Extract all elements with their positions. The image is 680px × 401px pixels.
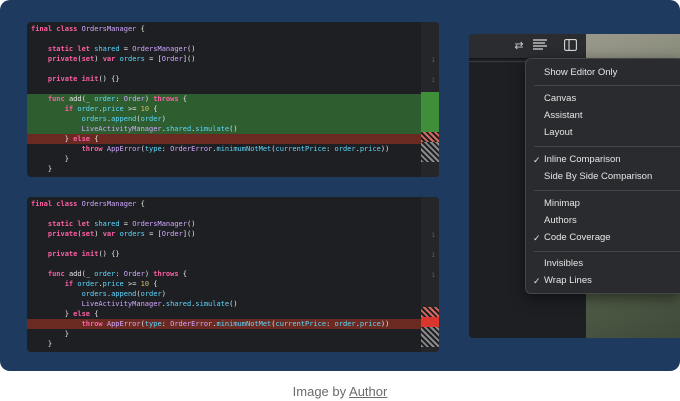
- coverage-marker-uncovered: [421, 142, 439, 162]
- menu-item-layout[interactable]: Layout: [544, 126, 573, 140]
- menu-item-inline-comparison[interactable]: Inline Comparison: [544, 153, 621, 167]
- code-line: }: [64, 330, 69, 338]
- code-line: final class OrdersManager {: [31, 200, 145, 208]
- split-editor-icon[interactable]: [563, 39, 577, 53]
- menu-item-wrap-lines[interactable]: Wrap Lines: [544, 274, 592, 288]
- menu-item-side-by-side[interactable]: Side By Side Comparison: [544, 170, 652, 184]
- screenshot-frame: final class OrdersManager { static let s…: [0, 0, 680, 371]
- menu-item-assistant[interactable]: Assistant: [544, 109, 583, 123]
- code-editor-coverage-top[interactable]: final class OrdersManager { static let s…: [27, 22, 439, 177]
- code-line: throw AppError(type: OrderError.minimumN…: [81, 145, 390, 153]
- code-editor-coverage-bottom[interactable]: final class OrdersManager { static let s…: [27, 197, 439, 352]
- image-caption: Image by Author: [0, 384, 680, 399]
- menu-separator: [534, 146, 680, 147]
- coverage-marker-partial: [421, 132, 439, 142]
- code-line: LiveActivityManager.shared.simulate(): [27, 124, 421, 134]
- menu-separator: [534, 190, 680, 191]
- coverage-marker-uncovered: [421, 317, 439, 327]
- code-line: throw AppError(type: OrderError.minimumN…: [27, 319, 421, 329]
- code-line: }: [64, 155, 69, 163]
- code-line: orders.append(order): [27, 114, 421, 124]
- caption-prefix: Image by: [292, 384, 350, 399]
- gutter-count: 1: [431, 57, 435, 64]
- gutter-count: 1: [431, 77, 435, 84]
- gutter-count: 1: [431, 272, 435, 279]
- editor-options-icon[interactable]: [533, 39, 547, 53]
- menu-item-minimap[interactable]: Minimap: [544, 197, 580, 211]
- menu-item-invisibles[interactable]: Invisibles: [544, 257, 583, 271]
- code-line: static let shared = OrdersManager(): [47, 45, 196, 53]
- swap-arrows-icon[interactable]: ⇄: [512, 39, 526, 53]
- checkmark-icon: ✓: [533, 155, 541, 165]
- code-line: private(set) var orders = [Order](): [47, 230, 196, 238]
- code-line: if order.price >= 10 {: [64, 280, 158, 288]
- coverage-marker-uncovered: [421, 327, 439, 347]
- code-line: if order.price >= 10 {: [27, 104, 421, 114]
- coverage-marker-partial: [421, 307, 439, 317]
- coverage-marker-covered: [421, 92, 439, 132]
- code-line: LiveActivityManager.shared.simulate(): [81, 300, 238, 308]
- code-line: private init() {}: [47, 250, 120, 258]
- code-line: final class OrdersManager {: [31, 25, 145, 33]
- code-line: static let shared = OrdersManager(): [47, 220, 196, 228]
- menu-separator: [534, 251, 680, 252]
- menu-separator: [534, 85, 680, 86]
- gutter-count: 1: [431, 232, 435, 239]
- menu-item-show-editor-only[interactable]: Show Editor Only: [544, 66, 617, 80]
- code-lines: final class OrdersManager { static let s…: [27, 197, 421, 349]
- code-line: }: [47, 165, 53, 173]
- menu-item-canvas[interactable]: Canvas: [544, 92, 576, 106]
- code-line: } else {: [27, 134, 421, 144]
- code-line: private init() {}: [47, 75, 120, 83]
- code-line: func add(_ order: Order) throws {: [27, 94, 421, 104]
- editor-options-menu: Show Editor Only Canvas Assistant Layout…: [525, 58, 680, 294]
- menu-item-code-coverage[interactable]: Code Coverage: [544, 231, 611, 245]
- menu-item-authors[interactable]: Authors: [544, 214, 577, 228]
- gutter-count: 1: [431, 252, 435, 259]
- checkmark-icon: ✓: [533, 233, 541, 243]
- checkmark-icon: ✓: [533, 276, 541, 286]
- code-line: }: [47, 340, 53, 348]
- code-line: private(set) var orders = [Order](): [47, 55, 196, 63]
- code-line: orders.append(order): [81, 290, 166, 298]
- code-line: func add(_ order: Order) throws {: [47, 270, 188, 278]
- code-line: } else {: [64, 310, 99, 318]
- code-lines: final class OrdersManager { static let s…: [27, 22, 421, 174]
- author-link[interactable]: Author: [349, 384, 387, 399]
